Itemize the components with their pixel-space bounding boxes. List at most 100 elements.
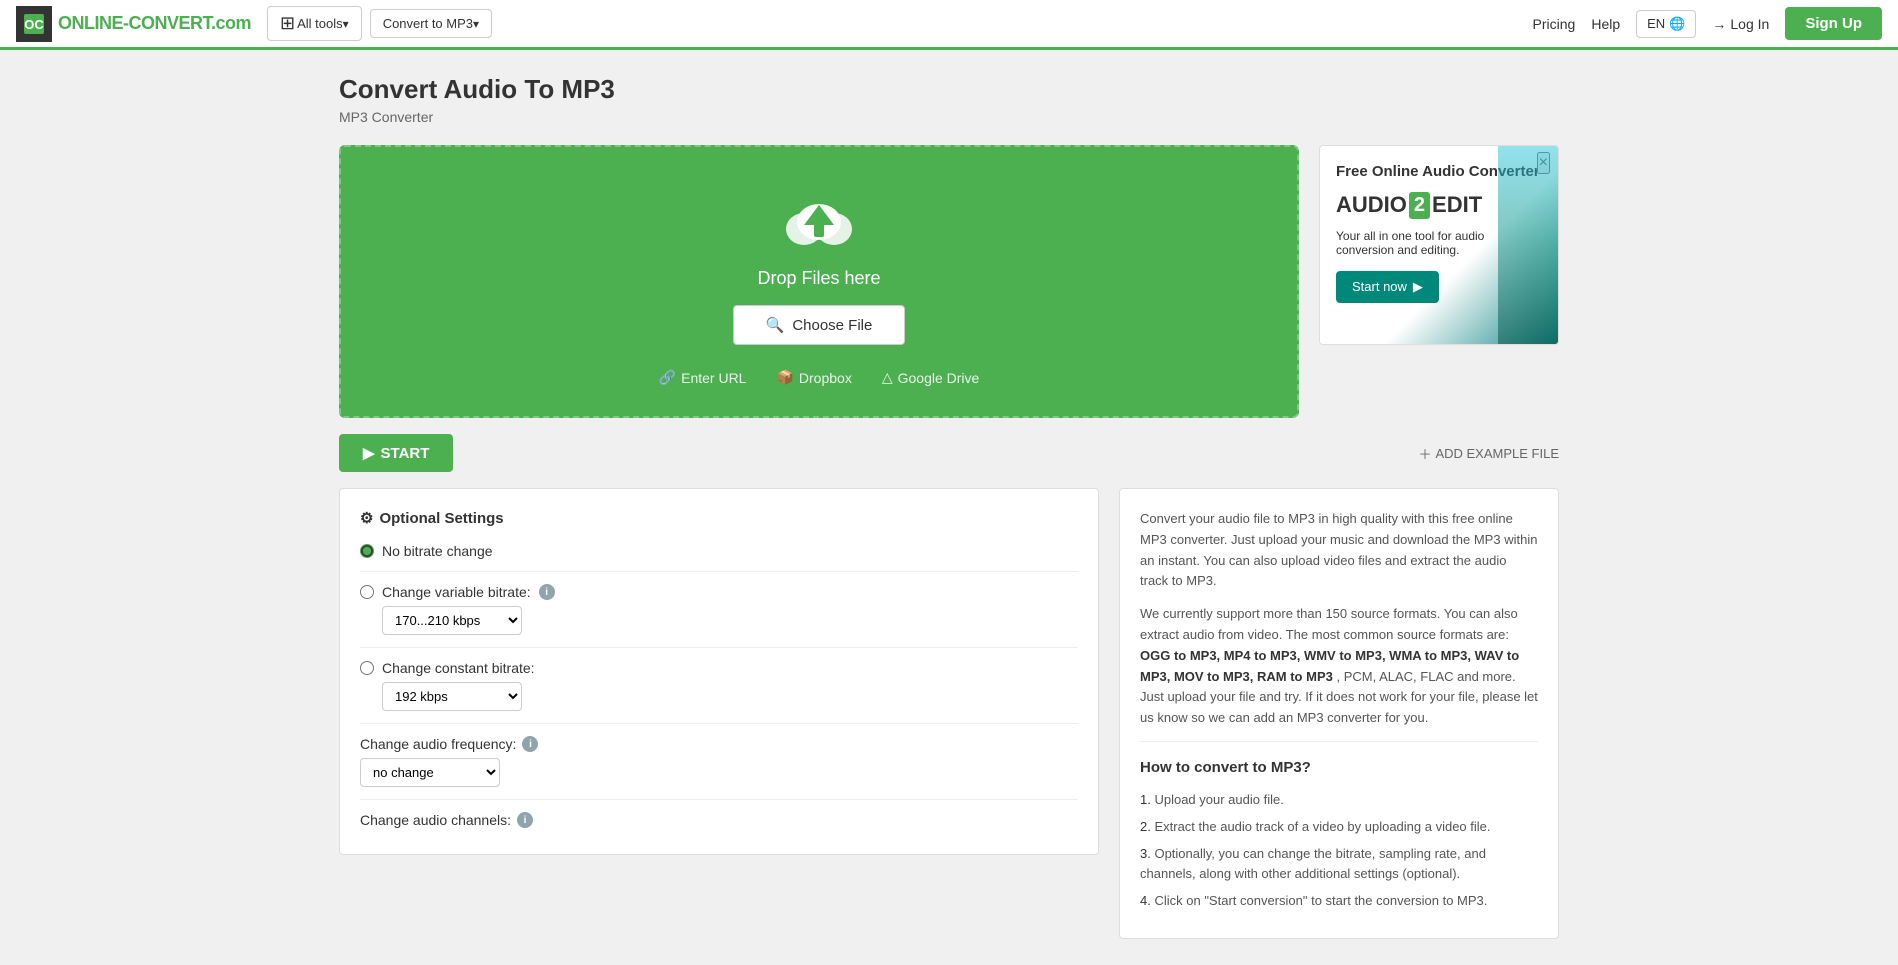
how-to-title: How to convert to MP3? <box>1140 741 1538 780</box>
google-drive-link[interactable]: △ Google Drive <box>882 369 979 386</box>
frequency-label: Change audio frequency: i <box>360 736 1078 752</box>
grid-icon: ⊞ <box>280 13 295 34</box>
upload-box[interactable]: Drop Files here 🔍 Choose File 🔗 Enter UR… <box>339 145 1299 418</box>
link-icon: 🔗 <box>659 369 676 386</box>
settings-title-text: Optional Settings <box>379 510 503 527</box>
how-to-step-4: Click on "Start conversion" to start the… <box>1140 891 1538 912</box>
upload-links: 🔗 Enter URL 📦 Dropbox △ Google Drive <box>659 369 980 386</box>
logo-com: .com <box>211 13 251 33</box>
upload-section: Drop Files here 🔍 Choose File 🔗 Enter UR… <box>339 145 1299 418</box>
pricing-link[interactable]: Pricing <box>1533 16 1576 32</box>
enter-url-link[interactable]: 🔗 Enter URL <box>659 369 747 386</box>
radio-no-change[interactable] <box>360 544 374 558</box>
how-to-step-2: Extract the audio track of a video by up… <box>1140 817 1538 838</box>
variable-bitrate-select[interactable]: 170...210 kbps 64...85 kbps 80...96 kbps… <box>382 606 522 635</box>
dropbox-link[interactable]: 📦 Dropbox <box>776 369 851 386</box>
google-drive-label: Google Drive <box>898 370 980 386</box>
how-to-step-1: Upload your audio file. <box>1140 790 1538 811</box>
start-label: START <box>381 445 430 462</box>
logo-main: ONLINE-CONVERT <box>58 13 211 33</box>
globe-icon: 🌐 <box>1669 16 1685 32</box>
ad-box: × Free Online Audio Converter AUDIO 2 ED… <box>1319 145 1559 345</box>
info-desc2-text: We currently support more than 150 sourc… <box>1140 606 1518 642</box>
ad-logo-num: 2 <box>1409 192 1430 219</box>
search-icon: 🔍 <box>766 316 785 334</box>
divider-3 <box>360 723 1078 724</box>
logo-text: ONLINE-CONVERT.com <box>58 13 251 34</box>
top-content-row: Drop Files here 🔍 Choose File 🔗 Enter UR… <box>339 145 1559 418</box>
google-drive-icon: △ <box>882 369 893 386</box>
ad-logo-part2: EDIT <box>1432 192 1482 218</box>
help-link[interactable]: Help <box>1591 16 1620 32</box>
frequency-select[interactable]: no change 8000 Hz 11025 Hz 22050 Hz 4410… <box>360 758 500 787</box>
page-title: Convert Audio To MP3 <box>339 74 1559 105</box>
chevron-right-icon: ▶ <box>1413 279 1423 295</box>
divider-4 <box>360 799 1078 800</box>
add-example-label: ADD EXAMPLE FILE <box>1435 446 1559 461</box>
logo: OC ONLINE-CONVERT.com <box>16 6 251 42</box>
enter-url-label: Enter URL <box>681 370 746 386</box>
nav-right: Pricing Help EN 🌐 → Log In Sign Up <box>1533 7 1882 40</box>
svg-text:OC: OC <box>24 17 44 32</box>
chevron-down-icon-2: ▾ <box>473 17 479 31</box>
upload-icon <box>779 187 859 260</box>
ad-start-button[interactable]: Start now ▶ <box>1336 271 1439 303</box>
radio-constant[interactable] <box>360 661 374 675</box>
how-to-step-3: Optionally, you can change the bitrate, … <box>1140 844 1538 886</box>
channels-info-icon[interactable]: i <box>517 812 533 828</box>
radio-no-change-text: No bitrate change <box>382 543 493 559</box>
arrow-right-icon: → <box>1712 16 1726 32</box>
login-label: Log In <box>1730 16 1769 32</box>
add-example-button[interactable]: ＋ ADD EXAMPLE FILE <box>1418 444 1559 463</box>
dropbox-label: Dropbox <box>799 370 852 386</box>
main-container: Convert Audio To MP3 MP3 Converter Drop … <box>319 50 1579 963</box>
radio-constant-text: Change constant bitrate: <box>382 660 535 676</box>
gear-icon: ⚙ <box>360 509 373 527</box>
language-button[interactable]: EN 🌐 <box>1636 10 1696 38</box>
logo-svg: OC <box>22 12 46 36</box>
bottom-row: ⚙ Optional Settings No bitrate change Ch… <box>339 488 1559 939</box>
convert-to-mp3-button[interactable]: Convert to MP3 ▾ <box>370 9 492 38</box>
ad-logo-part1: AUDIO <box>1336 192 1407 218</box>
channels-label-text: Change audio channels: <box>360 812 511 828</box>
frequency-label-text: Change audio frequency: <box>360 736 516 752</box>
bitrate-no-change-group: No bitrate change <box>360 543 1078 559</box>
variable-info-icon[interactable]: i <box>539 584 555 600</box>
radio-variable-text: Change variable bitrate: <box>382 584 531 600</box>
ad-start-label: Start now <box>1352 279 1407 294</box>
chevron-right-icon-start: ▶ <box>363 444 375 462</box>
channels-label: Change audio channels: i <box>360 812 1078 828</box>
radio-variable[interactable] <box>360 585 374 599</box>
chevron-down-icon: ▾ <box>343 17 349 31</box>
radio-constant-label[interactable]: Change constant bitrate: <box>360 660 1078 676</box>
settings-panel: ⚙ Optional Settings No bitrate change Ch… <box>339 488 1099 855</box>
bitrate-variable-group: Change variable bitrate: i 170...210 kbp… <box>360 584 1078 635</box>
info-description-2: We currently support more than 150 sourc… <box>1140 604 1538 729</box>
convert-to-mp3-label: Convert to MP3 <box>383 16 473 31</box>
start-button[interactable]: ▶ START <box>339 434 453 472</box>
signup-button[interactable]: Sign Up <box>1785 7 1882 40</box>
radio-variable-label[interactable]: Change variable bitrate: i <box>360 584 1078 600</box>
all-tools-label: All tools <box>297 16 343 31</box>
radio-no-change-label[interactable]: No bitrate change <box>360 543 1078 559</box>
ad-decoration <box>1498 146 1558 344</box>
settings-title: ⚙ Optional Settings <box>360 509 1078 527</box>
login-button[interactable]: → Log In <box>1712 16 1769 32</box>
bitrate-constant-group: Change constant bitrate: 192 kbps 32 kbp… <box>360 660 1078 711</box>
drop-files-text: Drop Files here <box>757 268 880 289</box>
constant-bitrate-select[interactable]: 192 kbps 32 kbps 40 kbps 48 kbps 64 kbps… <box>382 682 522 711</box>
info-panel: Convert your audio file to MP3 in high q… <box>1119 488 1559 939</box>
page-subtitle: MP3 Converter <box>339 109 1559 125</box>
all-tools-button[interactable]: ⊞ All tools ▾ <box>267 6 362 41</box>
info-description-1: Convert your audio file to MP3 in high q… <box>1140 509 1538 592</box>
plus-icon: ＋ <box>1418 444 1431 463</box>
cloud-upload-svg <box>779 187 859 257</box>
divider-1 <box>360 571 1078 572</box>
divider-2 <box>360 647 1078 648</box>
navbar: OC ONLINE-CONVERT.com ⊞ All tools ▾ Conv… <box>0 0 1898 50</box>
how-to-list: Upload your audio file. Extract the audi… <box>1140 790 1538 912</box>
choose-file-button[interactable]: 🔍 Choose File <box>733 305 906 345</box>
lang-label: EN <box>1647 16 1665 31</box>
frequency-info-icon[interactable]: i <box>522 736 538 752</box>
logo-icon: OC <box>16 6 52 42</box>
